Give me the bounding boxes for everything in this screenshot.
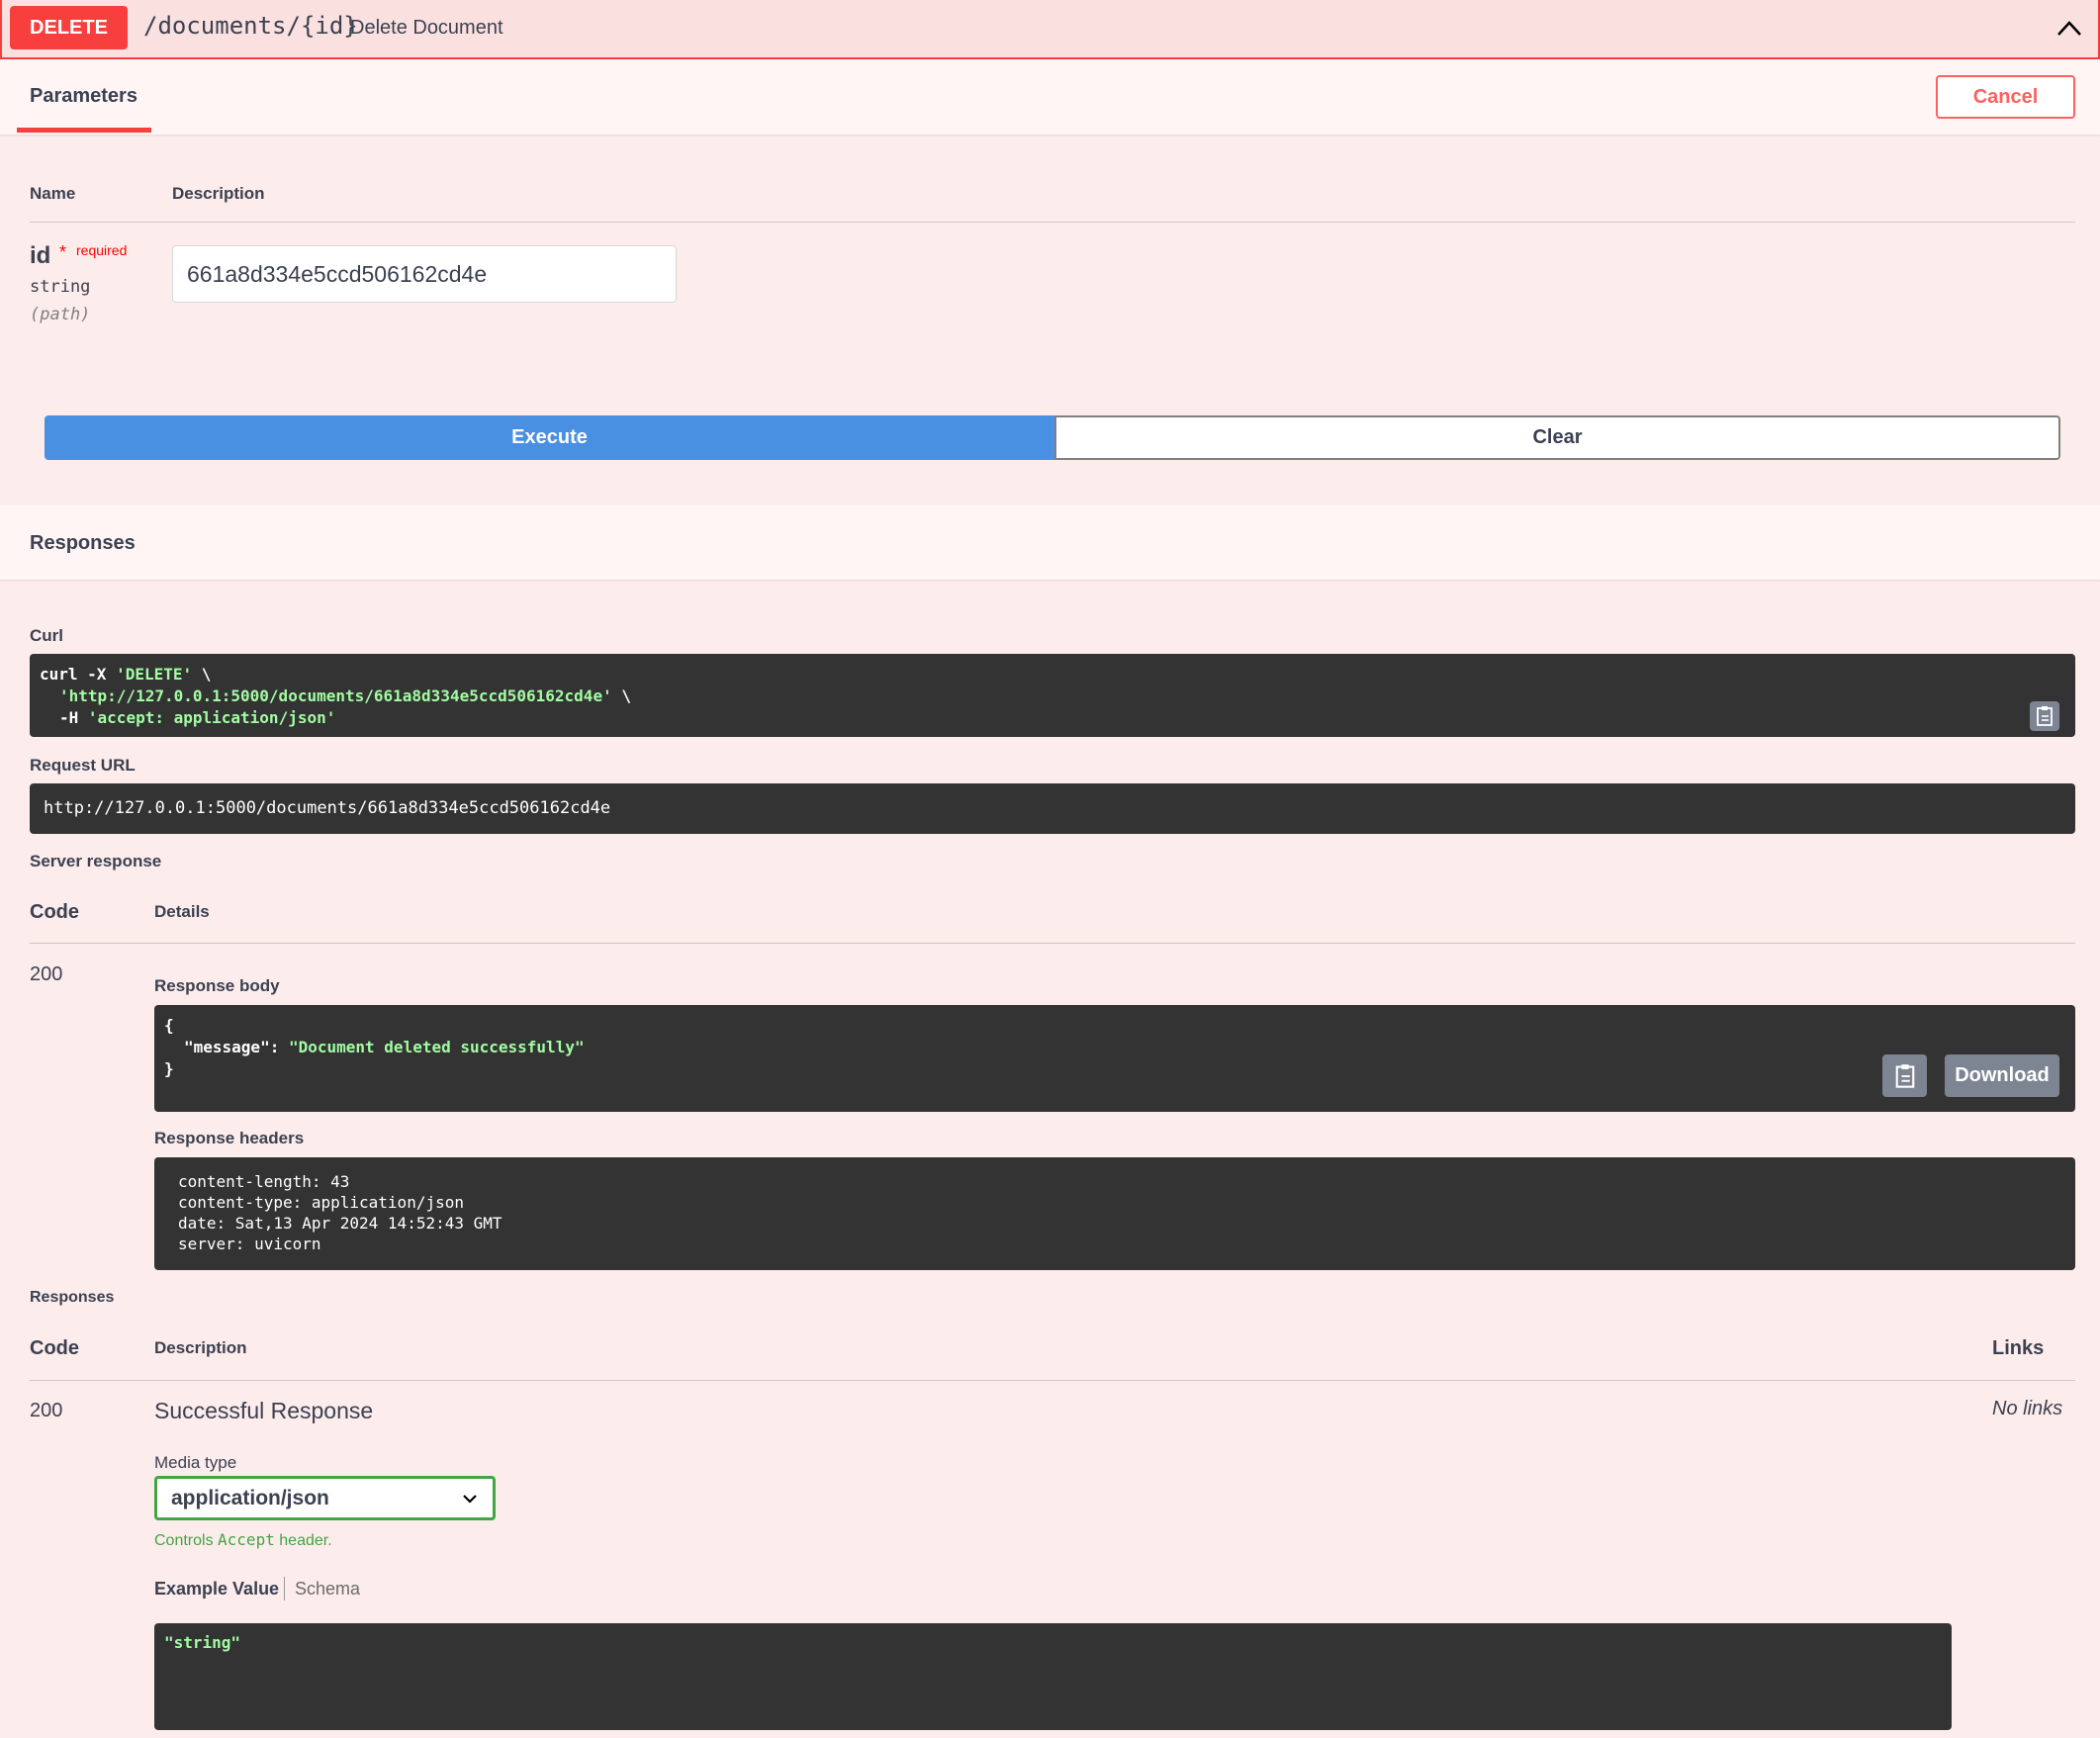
required-label: required: [76, 242, 128, 258]
tab-example-value[interactable]: Example Value: [154, 1579, 279, 1600]
download-button[interactable]: Download: [1945, 1054, 2059, 1097]
execute-button[interactable]: Execute: [45, 415, 1054, 460]
curl-cont-2: \: [611, 686, 631, 705]
copy-curl-button[interactable]: [2030, 701, 2059, 731]
curl-header: 'accept: application/json': [87, 708, 336, 727]
controls-accept-note: Controls Accept header.: [154, 1530, 332, 1550]
doc-col-code: Code: [30, 1337, 79, 1359]
divider: [30, 943, 2075, 944]
curl-url: 'http://127.0.0.1:5000/documents/661a8d3…: [59, 686, 612, 705]
opblock-summary[interactable]: DELETE /documents/{id} Delete Document: [0, 0, 2100, 59]
param-type: string: [30, 277, 91, 297]
responses-doc-label: Responses: [30, 1289, 115, 1306]
endpoint-path: /documents/{id}: [143, 12, 358, 40]
curl-header-flag: -H: [59, 708, 88, 727]
chevron-down-icon: [463, 1494, 477, 1504]
param-col-description: Description: [172, 184, 265, 203]
controls-text-a: Controls: [154, 1532, 219, 1549]
divider: [30, 1380, 2075, 1381]
clipboard-icon: [2037, 706, 2053, 726]
server-col-code: Code: [30, 901, 79, 923]
doc-response-code: 200: [30, 1400, 63, 1421]
response-headers: content-length: 43 content-type: applica…: [154, 1157, 2075, 1270]
param-col-name: Name: [30, 184, 76, 203]
example-value: "string": [164, 1633, 241, 1652]
header-line: server: uvicorn: [178, 1235, 321, 1253]
curl-label: Curl: [30, 626, 63, 645]
copy-body-button[interactable]: [1882, 1054, 1927, 1097]
curl-cont-1: \: [192, 665, 212, 684]
id-input[interactable]: [172, 245, 677, 303]
tab-schema[interactable]: Schema: [295, 1579, 360, 1600]
required-star: *: [59, 242, 67, 262]
response-body: { "message": "Document deleted successfu…: [154, 1005, 2075, 1112]
response-code: 200: [30, 963, 63, 985]
clipboard-icon: [1895, 1063, 1914, 1088]
method-badge: DELETE: [10, 6, 128, 49]
server-response-label: Server response: [30, 852, 162, 870]
json-open: {: [164, 1016, 174, 1035]
param-location: (path): [30, 305, 91, 324]
tab-underline: [17, 128, 151, 133]
curl-code-block: curl -X 'DELETE' \ 'http://127.0.0.1:500…: [30, 654, 2075, 737]
clear-button[interactable]: Clear: [1054, 415, 2060, 460]
endpoint-summary: Delete Document: [350, 17, 503, 39]
no-links: No links: [1992, 1398, 2063, 1419]
request-url: http://127.0.0.1:5000/documents/661a8d33…: [30, 783, 2075, 834]
controls-text-accept: Accept: [218, 1530, 275, 1549]
parameters-header: Parameters Cancel: [0, 59, 2100, 135]
response-body-label: Response body: [154, 976, 280, 995]
media-type-label: Media type: [154, 1453, 237, 1472]
curl-cmd: curl -X: [40, 665, 117, 684]
header-line: date: Sat,13 Apr 2024 14:52:43 GMT: [178, 1214, 502, 1233]
header-line: content-length: 43: [178, 1172, 350, 1191]
responses-title: Responses: [30, 532, 136, 554]
header-line: content-type: application/json: [178, 1193, 464, 1212]
cancel-button[interactable]: Cancel: [1936, 75, 2075, 119]
example-value-block: "string": [154, 1623, 1952, 1730]
response-headers-label: Response headers: [154, 1129, 305, 1147]
doc-col-description: Description: [154, 1338, 247, 1357]
server-col-details: Details: [154, 902, 210, 921]
json-value: "Document deleted successfully": [288, 1038, 585, 1056]
param-name: id: [30, 242, 51, 269]
media-type-value: application/json: [171, 1486, 329, 1509]
json-colon: :: [269, 1038, 289, 1056]
json-key: "message": [184, 1038, 270, 1056]
chevron-up-icon[interactable]: [2054, 14, 2084, 44]
responses-header: Responses: [0, 504, 2100, 580]
tab-parameters[interactable]: Parameters: [30, 85, 137, 108]
controls-text-c: header.: [274, 1532, 332, 1549]
json-close: }: [164, 1059, 174, 1078]
tab-separator: [284, 1577, 285, 1601]
response-description: Successful Response: [154, 1398, 374, 1423]
media-type-select[interactable]: application/json: [154, 1476, 496, 1520]
divider: [30, 222, 2075, 223]
curl-method: 'DELETE': [116, 665, 193, 684]
request-url-label: Request URL: [30, 756, 136, 775]
doc-col-links: Links: [1992, 1337, 2045, 1359]
